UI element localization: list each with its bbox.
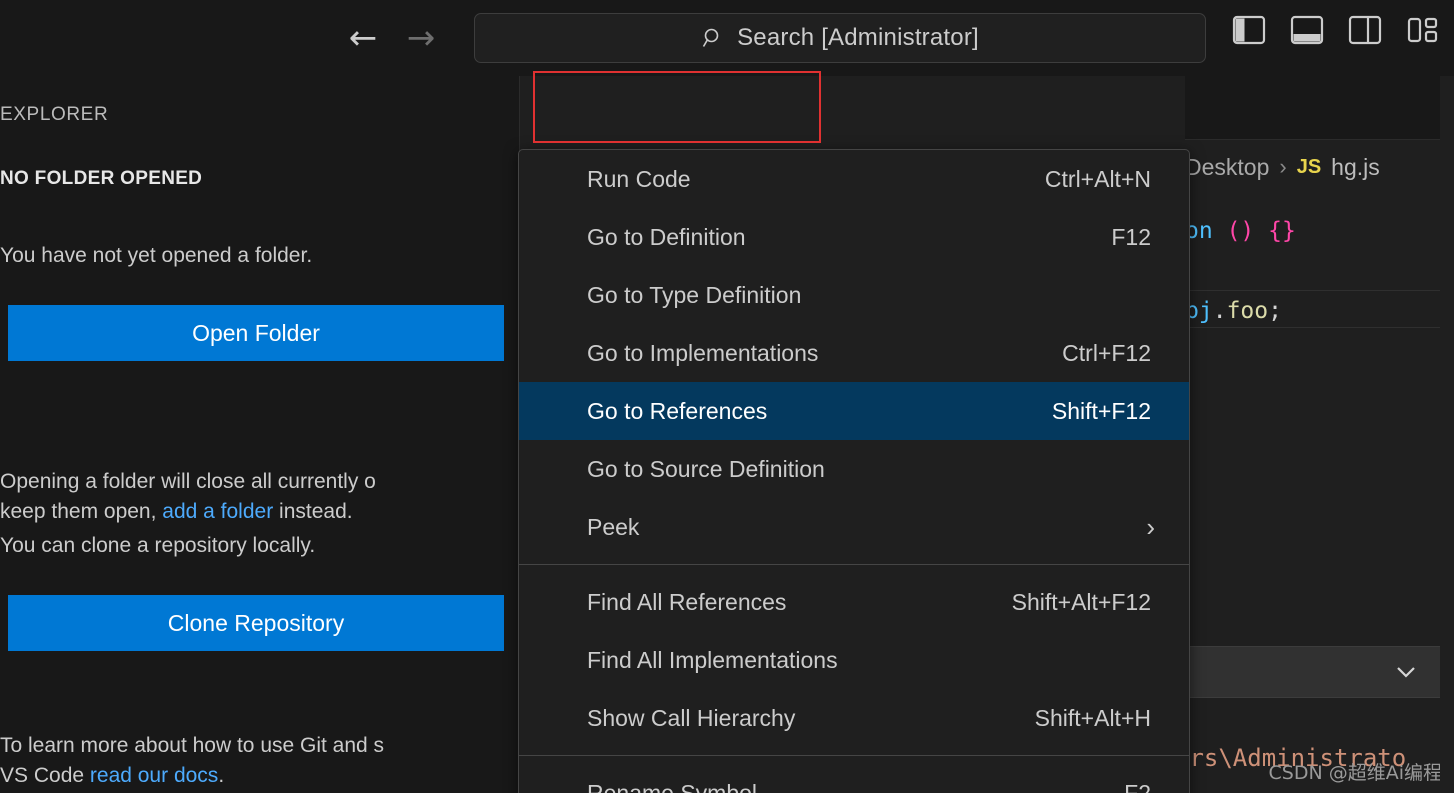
menu-item-label: Go to References [587, 397, 768, 424]
menu-item-label: Go to Source Definition [587, 455, 825, 482]
search-input[interactable]: Search [Administrator] [474, 13, 1206, 63]
clone-repository-button[interactable]: Clone Repository [8, 595, 504, 651]
vscode-window: ← → Search [Administrator] Desktop › JS … [0, 0, 1454, 793]
secondary-sidebar-icon[interactable] [1348, 14, 1382, 46]
breadcrumb-folder[interactable]: Desktop [1185, 154, 1269, 181]
menu-item-find-all-references[interactable]: Find All References Shift+Alt+F12 [519, 573, 1189, 631]
menu-item-go-to-implementations[interactable]: Go to Implementations Ctrl+F12 [519, 324, 1189, 382]
menu-item-shortcut: Shift+Alt+H [1034, 704, 1151, 731]
editor-context-menu[interactable]: Run Code Ctrl+Alt+N Go to Definition F12… [518, 149, 1190, 793]
menu-item-label: Find All References [587, 588, 787, 615]
menu-item-go-to-source-definition[interactable]: Go to Source Definition [519, 440, 1189, 498]
arrow-left-icon[interactable]: ← [345, 14, 381, 62]
open-folder-description-a: Opening a folder will close all currentl… [0, 470, 376, 493]
editor-tabs-bar [1185, 76, 1454, 140]
title-bar: ← → Search [Administrator] [0, 0, 1454, 76]
chevron-right-icon: › [1279, 154, 1287, 179]
workbench: Desktop › JS hg.js on () {} bj.foo; ers\… [0, 71, 1454, 793]
menu-item-label: Go to Type Definition [587, 281, 802, 308]
watermark: CSDN @超维Ai编程 [1268, 762, 1443, 784]
panel-icon[interactable] [1290, 14, 1324, 46]
menu-item-go-to-type-definition[interactable]: Go to Type Definition [519, 266, 1189, 324]
chevron-right-icon: › [1146, 512, 1155, 542]
arrow-right-icon[interactable]: → [403, 14, 439, 62]
terminal-selector-dropdown[interactable] [1175, 646, 1444, 698]
menu-item-run-code[interactable]: Run Code Ctrl+Alt+N [519, 150, 1189, 208]
menu-separator [519, 564, 1189, 565]
menu-item-label: Run Code [587, 165, 691, 192]
menu-item-shortcut: Ctrl+Alt+N [1044, 165, 1151, 192]
menu-item-label: Peek [587, 513, 640, 540]
menu-item-shortcut: F2 [1124, 779, 1151, 793]
open-folder-description-b: keep them open, [0, 500, 163, 523]
open-folder-description: Opening a folder will close all currentl… [0, 467, 500, 527]
menu-item-peek[interactable]: Peek › [519, 498, 1189, 556]
open-folder-button[interactable]: Open Folder [8, 305, 504, 361]
no-folder-message: You have not yet opened a folder. [0, 244, 313, 267]
menu-item-go-to-references[interactable]: Go to References Shift+F12 [519, 382, 1189, 440]
menu-item-shortcut: Shift+F12 [1051, 397, 1151, 424]
add-a-folder-link[interactable]: add a folder [162, 500, 273, 523]
search-icon [701, 26, 725, 50]
menu-item-rename-symbol[interactable]: Rename Symbol F2 [519, 764, 1189, 793]
primary-sidebar-icon[interactable] [1232, 14, 1266, 46]
menu-item-find-all-implementations[interactable]: Find All Implementations [519, 631, 1189, 689]
menu-item-shortcut: Ctrl+F12 [1062, 339, 1151, 366]
editor-scrollbar[interactable] [1440, 76, 1454, 793]
menu-item-label: Show Call Hierarchy [587, 704, 796, 731]
js-file-icon: JS [1296, 155, 1322, 178]
code-line-2: bj.foo; [1185, 298, 1282, 324]
read-our-docs-link[interactable]: read our docs [90, 764, 218, 787]
code-line-1: on () {} [1185, 218, 1296, 244]
menu-item-shortcut: F12 [1111, 223, 1151, 250]
clone-message: You can clone a repository locally. [0, 534, 316, 557]
menu-item-go-to-definition[interactable]: Go to Definition F12 [519, 208, 1189, 266]
search-input-content: Search [Administrator] [701, 24, 979, 52]
layout-controls [1232, 14, 1440, 46]
explorer-sidebar: EXPLORER NO FOLDER OPENED You have not y… [0, 76, 520, 793]
search-input-text: Search [Administrator] [737, 24, 979, 51]
menu-item-shortcut: Shift+Alt+F12 [1011, 588, 1151, 615]
menu-item-label: Find All Implementations [587, 646, 838, 673]
git-docs-description-b: VS Code [0, 764, 90, 787]
breadcrumb: Desktop › JS hg.js [1185, 140, 1454, 194]
git-docs-description-c: . [218, 764, 225, 787]
no-folder-opened-header: NO FOLDER OPENED [0, 168, 203, 189]
git-docs-description-a: To learn more about how to use Git and s [0, 734, 385, 757]
menu-item-label: Go to Implementations [587, 339, 819, 366]
menu-item-label: Rename Symbol [587, 779, 758, 793]
git-docs-description: To learn more about how to use Git and s… [0, 731, 500, 791]
sidebar-title: EXPLORER [0, 104, 109, 125]
menu-separator [519, 755, 1189, 756]
customize-layout-icon[interactable] [1406, 14, 1440, 46]
code-editor[interactable]: on () {} bj.foo; [1185, 194, 1454, 793]
menu-item-label: Go to Definition [587, 223, 746, 250]
open-folder-description-c: instead. [273, 500, 353, 523]
breadcrumb-file[interactable]: hg.js [1331, 154, 1380, 181]
navigation-arrows: ← → [345, 14, 439, 62]
chevron-down-icon [1393, 659, 1419, 685]
menu-item-show-call-hierarchy[interactable]: Show Call Hierarchy Shift+Alt+H [519, 689, 1189, 747]
